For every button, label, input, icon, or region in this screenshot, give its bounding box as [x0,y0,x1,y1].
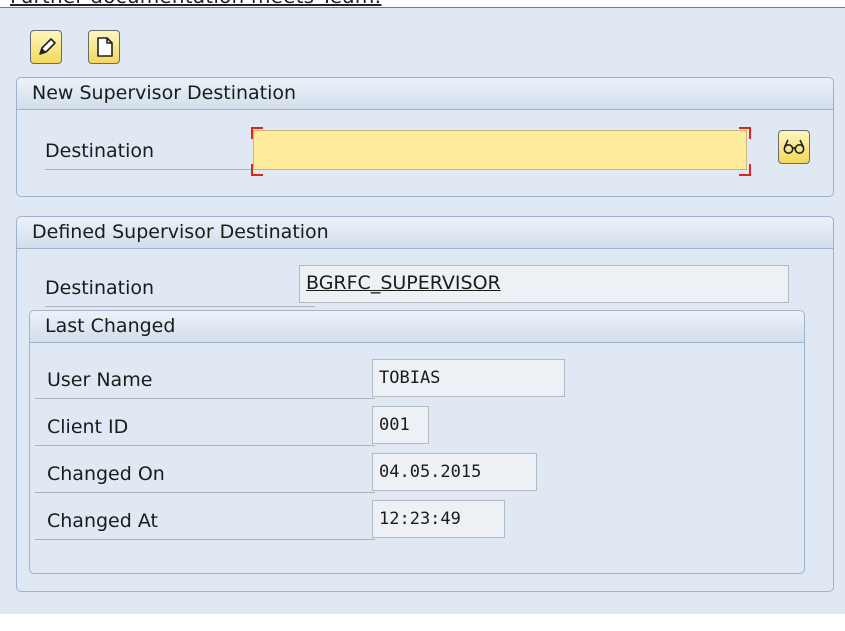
group-title: Last Changed [30,311,804,343]
destination-label: Destination [45,271,315,307]
destination-field: BGRFC_SUPERVISOR [299,265,789,303]
pencil-icon [39,38,56,55]
screen-area: New Supervisor Destination Destination D… [0,7,845,614]
search-help-button[interactable] [778,130,810,164]
changed-on-label: Changed On [35,455,375,493]
destination-value[interactable]: BGRFC_SUPERVISOR [306,272,501,294]
client-id-label: Client ID [35,408,375,446]
group-title: New Supervisor Destination [17,78,833,110]
required-marker [739,127,751,139]
edit-button[interactable] [30,30,62,64]
glasses-icon [783,139,805,154]
required-marker [251,164,263,176]
required-marker [251,127,263,139]
destination-input[interactable] [253,130,747,170]
client-id-field: 001 [372,406,429,444]
user-name-field: TOBIAS [372,359,565,397]
new-supervisor-destination-group: New Supervisor Destination Destination [16,77,834,197]
last-changed-group: Last Changed User Name TOBIAS Client ID … [29,310,805,574]
new-document-button[interactable] [88,30,120,64]
destination-label: Destination [45,134,260,170]
changed-at-field: 12:23:49 [372,500,505,538]
defined-supervisor-destination-group: Defined Supervisor Destination Destinati… [16,216,834,592]
changed-on-field: 04.05.2015 [372,453,537,491]
blank-document-icon [97,37,113,57]
user-name-label: User Name [35,361,375,399]
changed-at-label: Changed At [35,502,375,540]
group-title: Defined Supervisor Destination [17,217,833,249]
required-marker [739,164,751,176]
